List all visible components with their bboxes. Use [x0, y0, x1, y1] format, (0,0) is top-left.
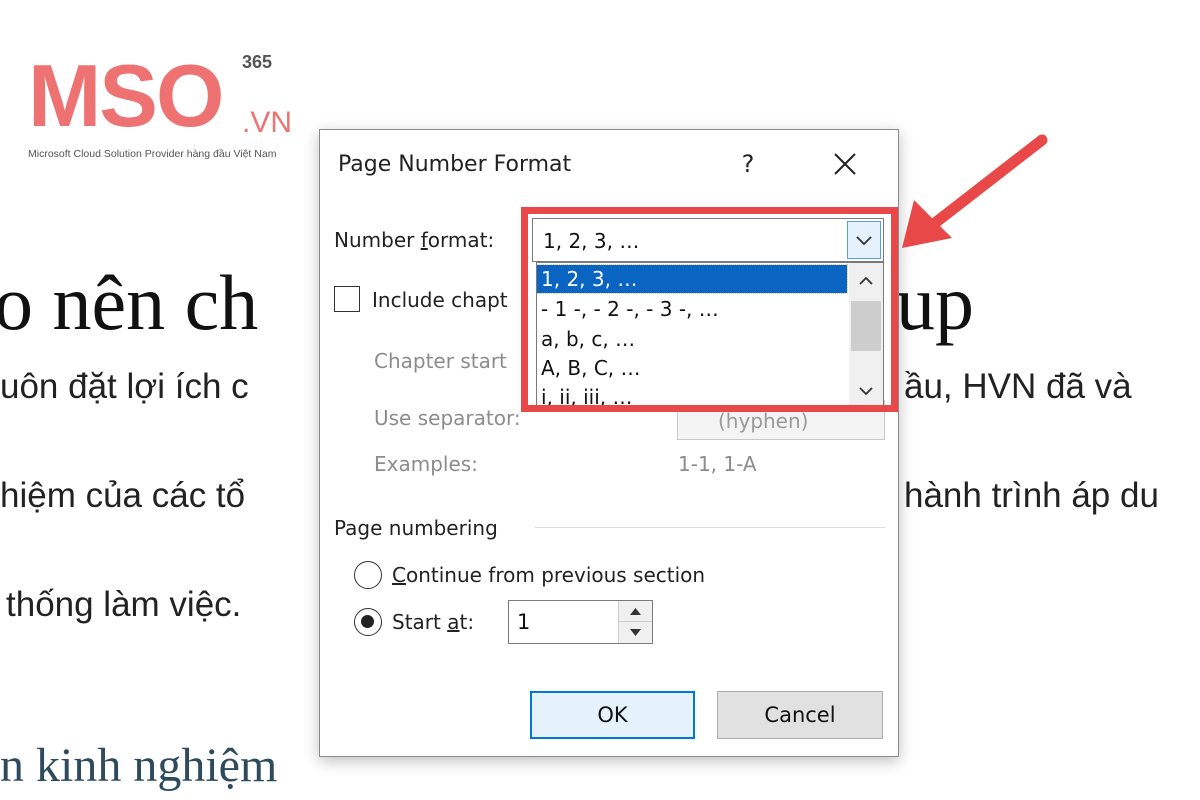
spinner-up-button[interactable]	[619, 601, 652, 622]
separator-value: (hyphen)	[718, 409, 809, 433]
start-at-label: Start at:	[392, 610, 475, 634]
doc-line-1-right: ầu, HVN đã và	[904, 367, 1132, 406]
number-format-label: Number format:	[334, 228, 495, 252]
doc-line-2-left: hiệm của các tổ	[0, 476, 246, 515]
chapter-starts-label: Chapter start	[374, 349, 507, 373]
annotation-arrow-icon	[902, 134, 1048, 248]
dialog-title: Page Number Format	[338, 152, 572, 177]
doc-heading-left: o nên ch	[0, 259, 259, 346]
cancel-button[interactable]: Cancel	[717, 691, 883, 739]
annotation-highlight-box	[521, 207, 898, 412]
start-at-radio[interactable]	[354, 608, 382, 636]
logo-vn: .VN	[242, 106, 293, 139]
examples-value: 1-1, 1-A	[678, 452, 757, 476]
start-at-value[interactable]: 1	[517, 610, 530, 634]
group-divider	[535, 527, 885, 528]
doc-line-3: thống làm việc.	[6, 585, 242, 624]
logo-wordmark: MSO	[28, 46, 224, 145]
close-button[interactable]	[825, 144, 865, 184]
doc-heading-right: up	[896, 259, 974, 346]
logo-tagline: Microsoft Cloud Solution Provider hàng đ…	[28, 148, 277, 160]
doc-subheading: n kinh nghiệm	[0, 739, 278, 792]
use-separator-label: Use separator:	[374, 406, 521, 430]
include-chapter-checkbox[interactable]	[334, 286, 360, 312]
mso-logo: MSO 365 .VN Microsoft Cloud Solution Pro…	[28, 52, 318, 164]
radio-selected-dot	[361, 615, 374, 628]
logo-365: 365	[242, 52, 273, 72]
examples-label: Examples:	[374, 452, 478, 476]
triangle-up-icon	[630, 608, 641, 615]
spinner-down-button[interactable]	[619, 622, 652, 643]
doc-line-1-left: uôn đặt lợi ích c	[0, 367, 249, 406]
close-icon	[834, 153, 856, 175]
triangle-down-icon	[630, 629, 641, 636]
continue-radio[interactable]	[354, 561, 382, 589]
start-at-spinner[interactable]: 1	[508, 600, 653, 644]
help-button[interactable]: ?	[730, 144, 766, 184]
page-numbering-group-label: Page numbering	[334, 516, 498, 540]
include-chapter-label: Include chapt	[372, 288, 508, 312]
spinner-buttons	[618, 601, 652, 643]
doc-line-2-right: hành trình áp du	[904, 476, 1159, 515]
ok-button[interactable]: OK	[530, 691, 695, 739]
continue-label: Continue from previous section	[392, 563, 706, 587]
